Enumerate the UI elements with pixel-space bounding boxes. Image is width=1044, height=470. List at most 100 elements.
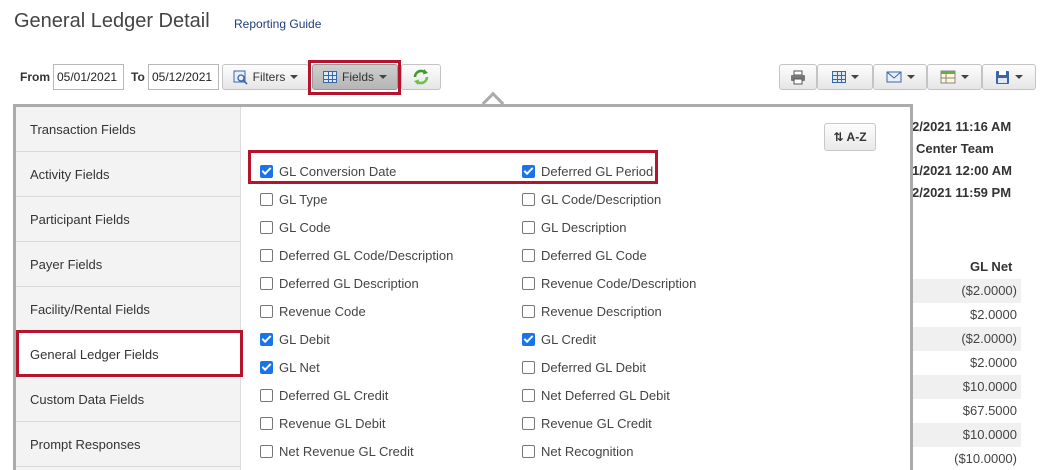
- checkbox-checked[interactable]: [260, 165, 273, 178]
- filters-button[interactable]: Filters: [222, 64, 309, 90]
- field-option-net-revenue-gl-credit[interactable]: Net Revenue GL Credit: [260, 444, 414, 459]
- field-option-label: Deferred GL Code/Description: [279, 248, 454, 263]
- chevron-down-icon: [290, 75, 299, 79]
- grid-icon: [831, 71, 846, 83]
- field-categories: Transaction Fields Activity Fields Parti…: [16, 107, 241, 470]
- chevron-down-icon: [906, 75, 915, 79]
- field-option-gl-debit[interactable]: GL Debit: [260, 332, 330, 347]
- to-label: To: [131, 70, 145, 84]
- checkbox[interactable]: [522, 389, 535, 402]
- field-option-label: Revenue Description: [541, 304, 662, 319]
- category-general-ledger-fields[interactable]: General Ledger Fields: [16, 332, 241, 377]
- field-option-label: GL Debit: [279, 332, 330, 347]
- category-custom-data-fields[interactable]: Custom Data Fields: [16, 377, 241, 422]
- checkbox[interactable]: [260, 221, 273, 234]
- email-button[interactable]: [873, 64, 927, 90]
- checkbox-checked[interactable]: [260, 333, 273, 346]
- report-info-line: 1/2021 12:00 AM: [912, 163, 1012, 178]
- checkbox-checked[interactable]: [260, 361, 273, 374]
- field-option-gl-code-description[interactable]: GL Code/Description: [522, 192, 661, 207]
- checkbox[interactable]: [522, 249, 535, 262]
- field-option-label: Net Deferred GL Debit: [541, 388, 670, 403]
- field-option-label: Deferred GL Period: [541, 164, 654, 179]
- checkbox[interactable]: [522, 193, 535, 206]
- field-option-deferred-gl-period[interactable]: Deferred GL Period: [522, 164, 653, 179]
- checkbox[interactable]: [260, 305, 273, 318]
- export-button[interactable]: [927, 64, 982, 90]
- field-option-gl-type[interactable]: GL Type: [260, 192, 327, 207]
- field-option-gl-credit[interactable]: GL Credit: [522, 332, 596, 347]
- from-date-input[interactable]: 05/01/2021: [53, 64, 124, 90]
- checkbox[interactable]: [522, 361, 535, 374]
- to-date-input[interactable]: 05/12/2021: [148, 64, 219, 90]
- sort-az-button[interactable]: ⇅ A-Z: [824, 123, 876, 151]
- category-activity-fields[interactable]: Activity Fields: [16, 152, 241, 197]
- field-option-revenue-gl-debit[interactable]: Revenue GL Debit: [260, 416, 385, 431]
- field-option-label: GL Credit: [541, 332, 597, 347]
- gl-net-cell: $2.0000: [970, 355, 1017, 370]
- field-option-gl-code[interactable]: GL Code: [260, 220, 331, 235]
- field-option-label: GL Type: [279, 192, 328, 207]
- category-prompt-responses[interactable]: Prompt Responses: [16, 422, 241, 467]
- field-option-net-recognition[interactable]: Net Recognition: [522, 444, 634, 459]
- field-option-label: GL Code/Description: [541, 192, 662, 207]
- checkbox[interactable]: [522, 277, 535, 290]
- save-button[interactable]: [982, 64, 1036, 90]
- field-option-label: GL Code: [279, 220, 331, 235]
- refresh-icon: [413, 69, 429, 85]
- field-option-deferred-gl-credit[interactable]: Deferred GL Credit: [260, 388, 388, 403]
- printer-icon: [791, 70, 805, 84]
- filters-label: Filters: [252, 70, 286, 84]
- field-option-revenue-gl-credit[interactable]: Revenue GL Credit: [522, 416, 652, 431]
- field-option-revenue-code[interactable]: Revenue Code: [260, 304, 366, 319]
- checkbox[interactable]: [260, 445, 273, 458]
- checkbox-checked[interactable]: [522, 165, 535, 178]
- report-info-line: 2/2021 11:59 PM: [912, 185, 1012, 200]
- gl-net-cell: $10.0000: [913, 375, 1021, 399]
- gl-net-column-header: GL Net: [970, 259, 1013, 274]
- checkbox[interactable]: [260, 249, 273, 262]
- field-option-label: Net Recognition: [541, 444, 634, 459]
- checkbox[interactable]: [260, 193, 273, 206]
- field-option-label: Deferred GL Debit: [541, 360, 647, 375]
- field-option-label: GL Description: [541, 220, 627, 235]
- print-button[interactable]: [779, 64, 817, 90]
- checkbox[interactable]: [522, 305, 535, 318]
- field-option-net-deferred-gl-debit[interactable]: Net Deferred GL Debit: [522, 388, 670, 403]
- field-option-revenue-description[interactable]: Revenue Description: [522, 304, 662, 319]
- refresh-button[interactable]: [401, 64, 441, 90]
- field-option-deferred-gl-description[interactable]: Deferred GL Description: [260, 276, 419, 291]
- fields-button[interactable]: Fields: [312, 64, 398, 90]
- field-option-label: Revenue Code/Description: [541, 276, 697, 291]
- sort-label: A-Z: [846, 130, 867, 144]
- field-option-deferred-gl-code-description[interactable]: Deferred GL Code/Description: [260, 248, 453, 263]
- checkbox[interactable]: [522, 417, 535, 430]
- category-payer-fields[interactable]: Payer Fields: [16, 242, 241, 287]
- chevron-down-icon: [961, 75, 969, 79]
- checkbox-checked[interactable]: [522, 333, 535, 346]
- category-facility-rental-fields[interactable]: Facility/Rental Fields: [16, 287, 241, 332]
- checkbox[interactable]: [522, 445, 535, 458]
- field-option-deferred-gl-debit[interactable]: Deferred GL Debit: [522, 360, 646, 375]
- field-option-gl-description[interactable]: GL Description: [522, 220, 627, 235]
- field-option-revenue-code-description[interactable]: Revenue Code/Description: [522, 276, 696, 291]
- category-participant-fields[interactable]: Participant Fields: [16, 197, 241, 242]
- checkbox[interactable]: [522, 221, 535, 234]
- fields-popover: Transaction Fields Activity Fields Parti…: [13, 104, 913, 470]
- field-option-label: Deferred GL Credit: [279, 388, 389, 403]
- field-option-deferred-gl-code[interactable]: Deferred GL Code: [522, 248, 647, 263]
- columns-button[interactable]: [817, 64, 873, 90]
- reporting-guide-link[interactable]: Reporting Guide: [234, 17, 321, 31]
- field-option-label: Revenue GL Debit: [279, 416, 386, 431]
- category-transaction-fields[interactable]: Transaction Fields: [16, 107, 241, 152]
- gl-net-cell: $10.0000: [913, 423, 1021, 447]
- fields-label: Fields: [341, 70, 374, 84]
- checkbox[interactable]: [260, 389, 273, 402]
- field-option-gl-conversion-date[interactable]: GL Conversion Date: [260, 164, 396, 179]
- field-option-gl-net[interactable]: GL Net: [260, 360, 320, 375]
- field-option-label: GL Net: [279, 360, 320, 375]
- checkbox[interactable]: [260, 277, 273, 290]
- field-option-label: Deferred GL Code: [541, 248, 647, 263]
- checkbox[interactable]: [260, 417, 273, 430]
- field-option-label: Revenue GL Credit: [541, 416, 652, 431]
